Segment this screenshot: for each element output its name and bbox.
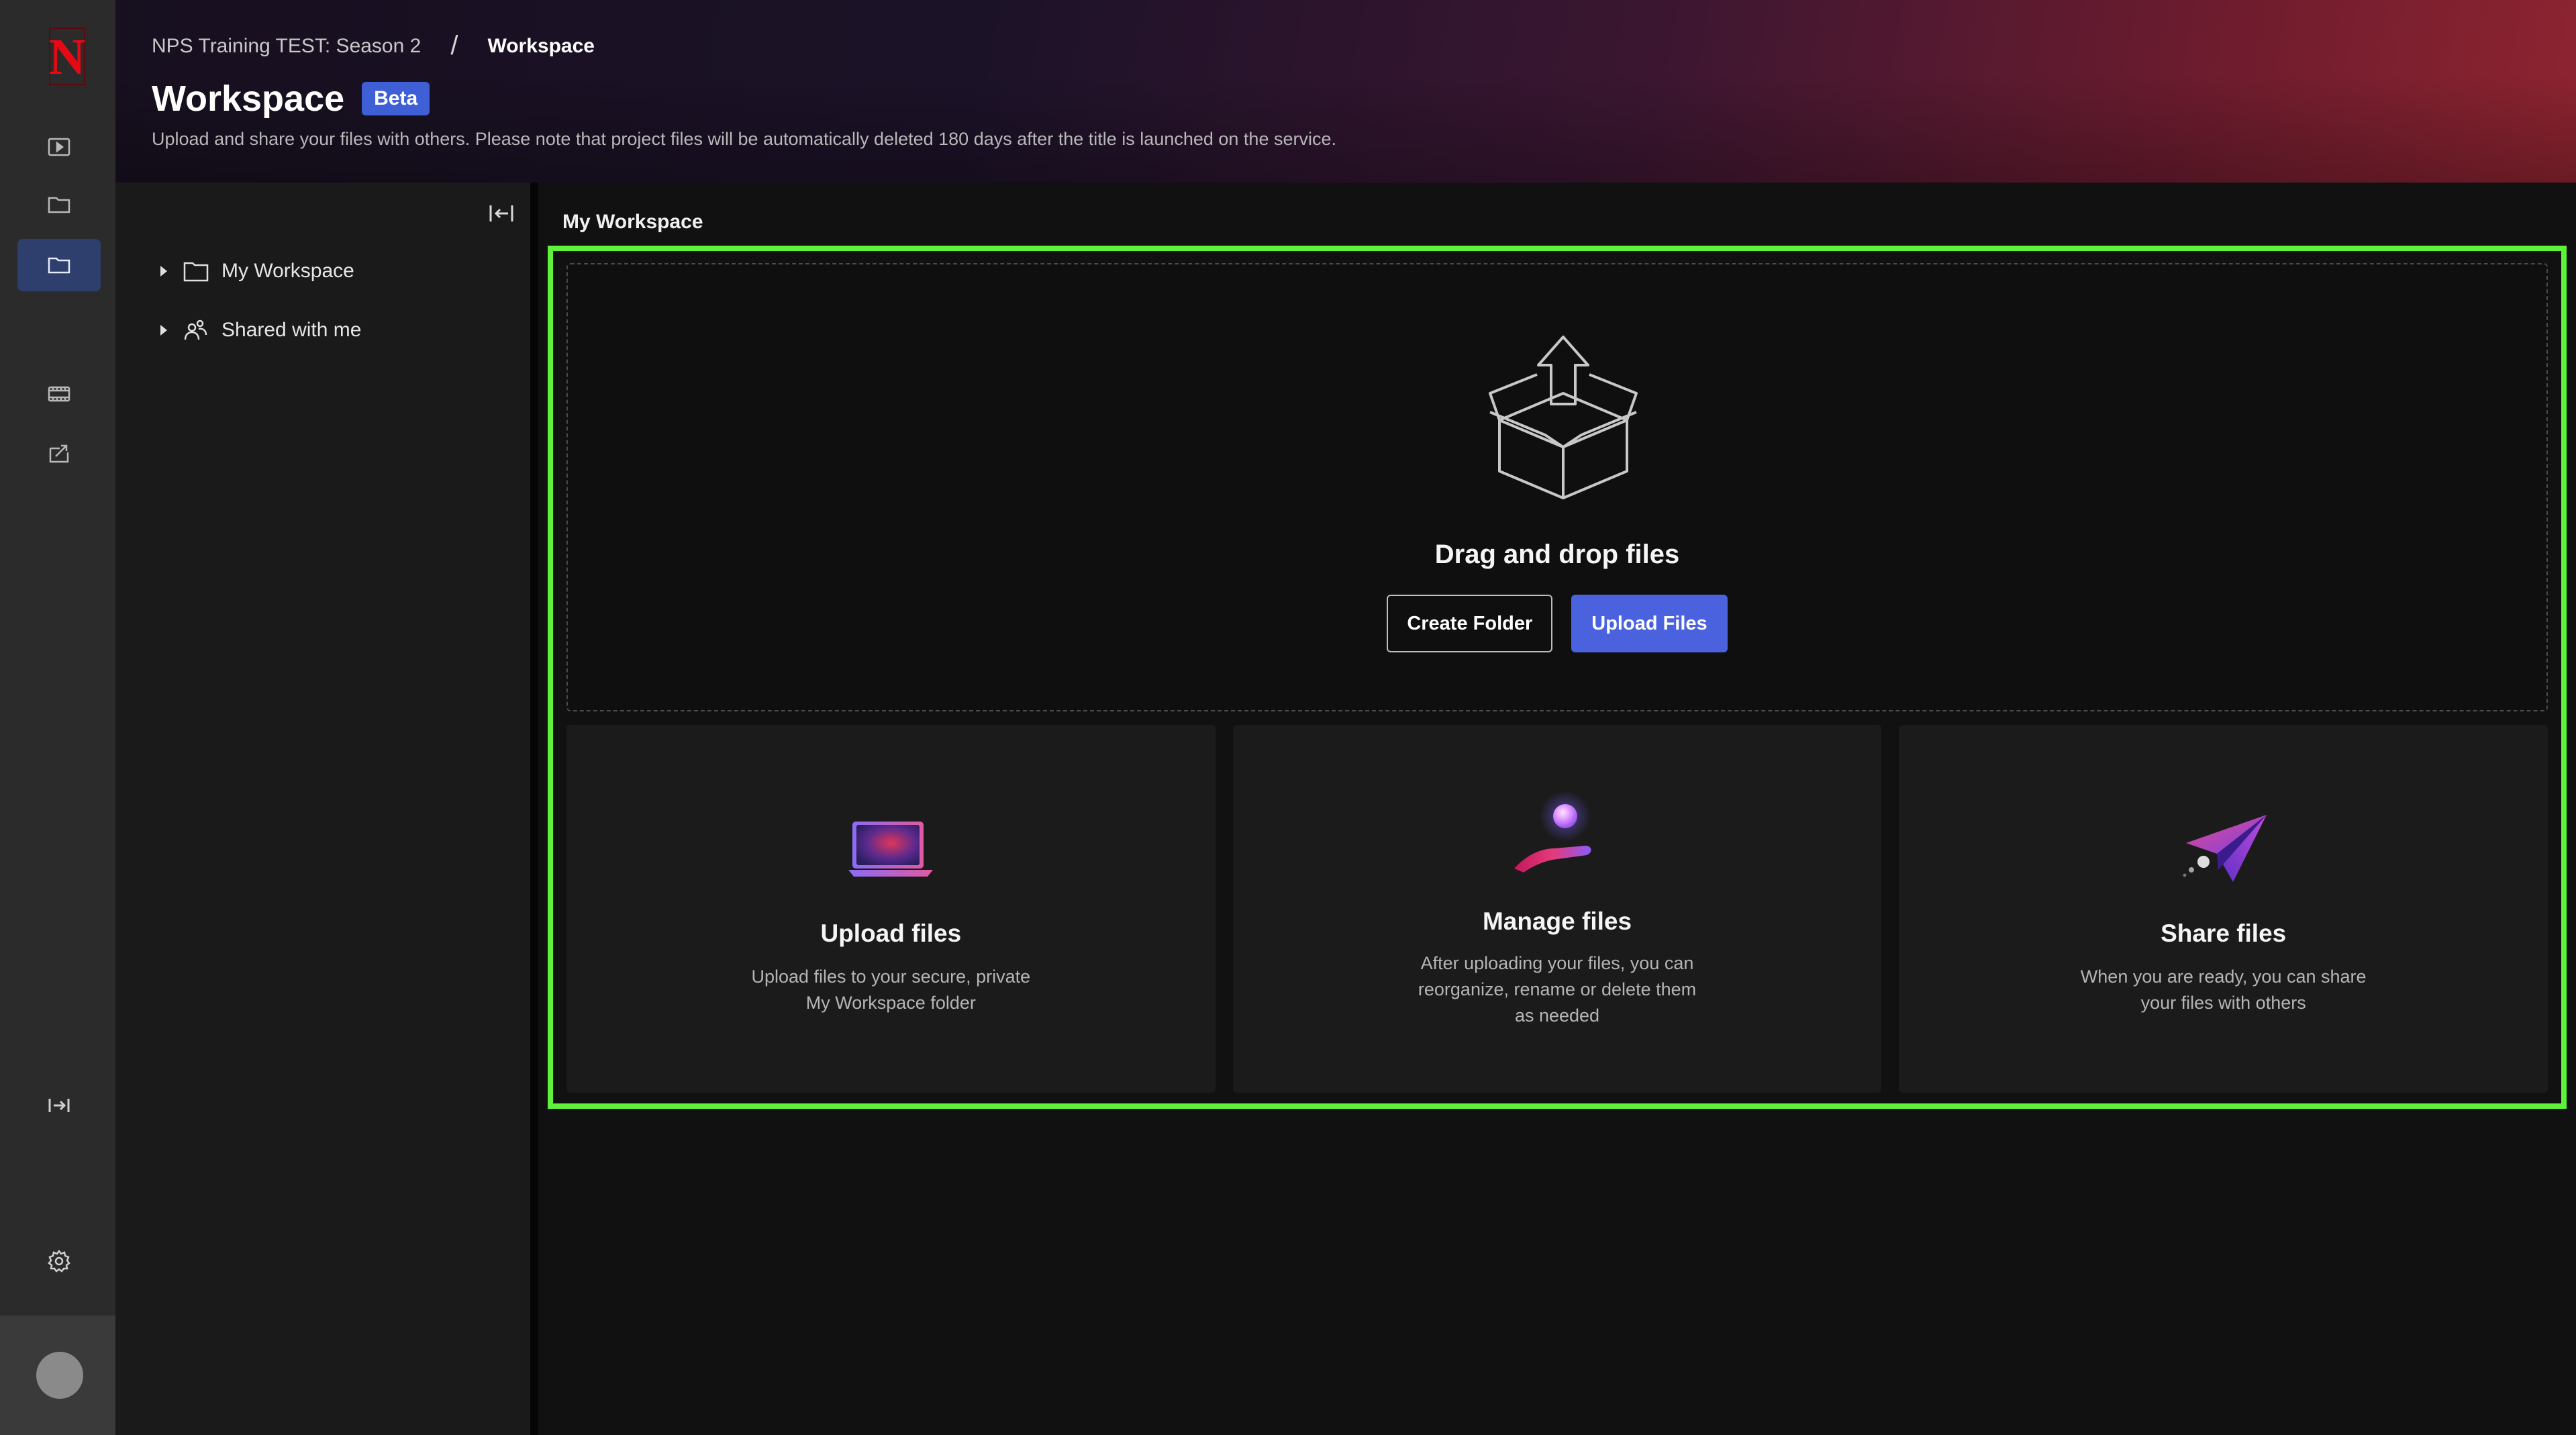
dropzone-title: Drag and drop files [1434,540,1680,569]
rail-deliveries-button[interactable] [17,427,101,479]
folder-tree-panel: My Workspace Shared with me [115,183,530,1435]
main-heading: My Workspace [562,211,703,233]
rail-settings-button[interactable] [17,1235,101,1287]
collapse-icon [489,205,513,221]
svg-text:N: N [49,29,86,85]
rail-media-button[interactable] [17,368,101,420]
breadcrumb-parent-link[interactable]: NPS Training TEST: Season 2 [152,35,421,58]
caret-right-icon[interactable] [158,324,169,337]
page-title: Workspace [152,79,345,119]
card-description: Upload files to your secure, private My … [751,967,1031,1013]
rail-files-button[interactable] [17,179,101,231]
netflix-logo[interactable]: N [47,27,87,86]
shared-users-icon [184,319,207,340]
caret-right-icon[interactable] [158,264,169,278]
page-header: NPS Training TEST: Season 2 / Workspace … [115,0,2576,183]
beta-badge: Beta [362,82,430,115]
rail-profile-area [0,1316,115,1435]
upload-files-card: Upload files Upload files to your secure… [566,725,1216,1093]
rail-titles-button[interactable] [17,121,101,173]
share-box-icon [49,444,69,463]
feature-cards: Upload files Upload files to your secure… [566,725,2548,1093]
tree-item-label: Shared with me [221,319,362,341]
page-title-row: Workspace Beta [152,78,430,119]
tree-item-shared-with-me[interactable]: Shared with me [158,318,361,342]
card-description: When you are ready, you can share your f… [2080,967,2367,1013]
workspace-highlight-frame: Drag and drop files Create Folder Upload… [548,246,2567,1109]
expand-icon [48,1099,70,1112]
folder-icon [48,197,70,213]
main-content: My Workspace Drag and drop files Create … [538,183,2576,1435]
collapse-panel-button[interactable] [486,200,517,227]
open-box-upload-icon [1489,336,1638,499]
tree-item-label: My Workspace [221,260,354,282]
folder-icon [183,262,209,282]
tree-item-my-workspace[interactable]: My Workspace [158,259,354,283]
upload-files-button[interactable]: Upload Files [1571,595,1728,652]
paper-plane-icon [2183,815,2267,882]
film-icon [48,386,70,402]
share-files-card: Share files When you are ready, you can … [1899,725,2548,1093]
manage-files-card: Manage files After uploading your files,… [1232,725,1882,1093]
panel-divider[interactable] [530,183,538,1435]
card-title: Upload files [820,920,962,947]
breadcrumb-current: Workspace [487,34,595,57]
hand-orb-icon [1514,791,1591,873]
rail-expand-button[interactable] [17,1079,101,1132]
gear-icon [48,1249,70,1273]
file-dropzone[interactable]: Drag and drop files Create Folder Upload… [566,263,2548,711]
create-folder-button[interactable]: Create Folder [1387,595,1553,652]
dropzone-actions: Create Folder Upload Files [568,595,2546,652]
folder-icon [48,257,70,274]
play-icon [48,138,70,156]
laptop-icon [848,822,934,877]
card-title: Share files [2161,920,2287,947]
breadcrumb-separator: / [450,31,458,60]
card-description: After uploading your files, you can reor… [1418,953,1697,1026]
breadcrumb: NPS Training TEST: Season 2 / Workspace [152,31,595,61]
rail-workspace-button[interactable] [17,239,101,291]
page-subtitle: Upload and share your files with others.… [152,129,1336,149]
left-rail: N [0,0,115,1435]
avatar[interactable] [36,1352,83,1399]
card-title: Manage files [1482,907,1632,935]
